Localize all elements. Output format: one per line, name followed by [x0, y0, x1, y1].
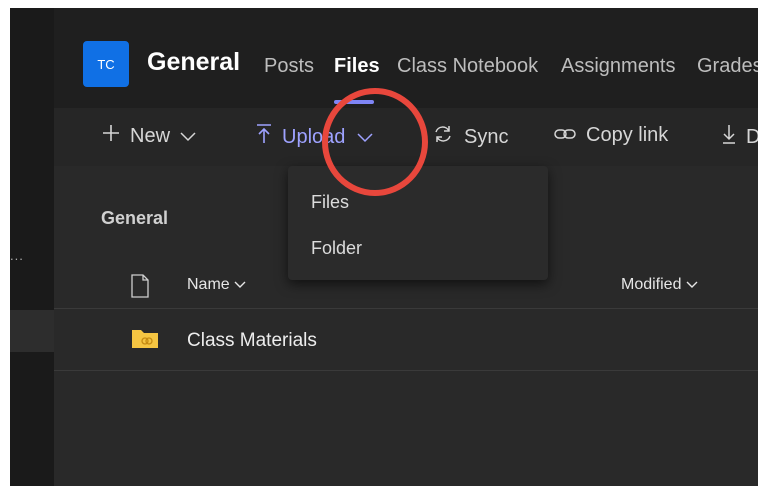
- name-column-header[interactable]: Name: [187, 276, 246, 294]
- team-avatar[interactable]: TC: [83, 41, 129, 87]
- channel-header: TC General Posts Files Class Notebook As…: [54, 8, 758, 108]
- folder-icon: [131, 327, 159, 354]
- chevron-down-icon: [686, 276, 698, 293]
- new-label: New: [130, 124, 171, 147]
- tab-posts[interactable]: Posts: [264, 55, 314, 78]
- channel-title: General: [147, 48, 241, 76]
- teams-window: ... TC General Posts Files Class Noteboo…: [10, 8, 758, 486]
- rail-active-item[interactable]: [10, 310, 54, 352]
- plus-icon: [102, 124, 120, 148]
- sync-label: Sync: [464, 125, 509, 148]
- copy-link-label: Copy link: [586, 124, 669, 146]
- upload-menu: Files Folder: [288, 166, 548, 280]
- tab-grades[interactable]: Grades: [697, 55, 758, 78]
- table-row[interactable]: Class Materials: [54, 310, 758, 371]
- download-icon: [722, 124, 736, 150]
- file-type-icon: [130, 274, 150, 303]
- upload-icon: [256, 124, 272, 150]
- modified-column-label: Modified: [621, 276, 682, 293]
- new-button[interactable]: New: [102, 124, 196, 148]
- section-title: General: [101, 208, 169, 228]
- sync-icon: [432, 124, 454, 150]
- download-label: D: [746, 125, 758, 148]
- modified-column-header[interactable]: Modified: [621, 276, 698, 294]
- more-apps-button[interactable]: ...: [10, 248, 30, 263]
- tab-assignments[interactable]: Assignments: [561, 55, 676, 78]
- file-name[interactable]: Class Materials: [187, 330, 317, 352]
- copy-link-button[interactable]: Copy link: [554, 124, 668, 147]
- upload-files-option[interactable]: Files: [311, 192, 349, 213]
- tab-files[interactable]: Files: [334, 55, 380, 78]
- annotation-circle: [322, 88, 428, 196]
- tab-class-notebook[interactable]: Class Notebook: [397, 55, 538, 78]
- main-panel: TC General Posts Files Class Notebook As…: [54, 8, 758, 486]
- download-button[interactable]: D: [722, 124, 758, 150]
- app-rail: ...: [10, 8, 54, 486]
- link-icon: [554, 124, 576, 147]
- chevron-down-icon: [234, 276, 246, 293]
- upload-folder-option[interactable]: Folder: [311, 238, 362, 259]
- chevron-down-icon: [180, 125, 196, 148]
- name-column-label: Name: [187, 276, 230, 293]
- sync-button[interactable]: Sync: [432, 124, 508, 150]
